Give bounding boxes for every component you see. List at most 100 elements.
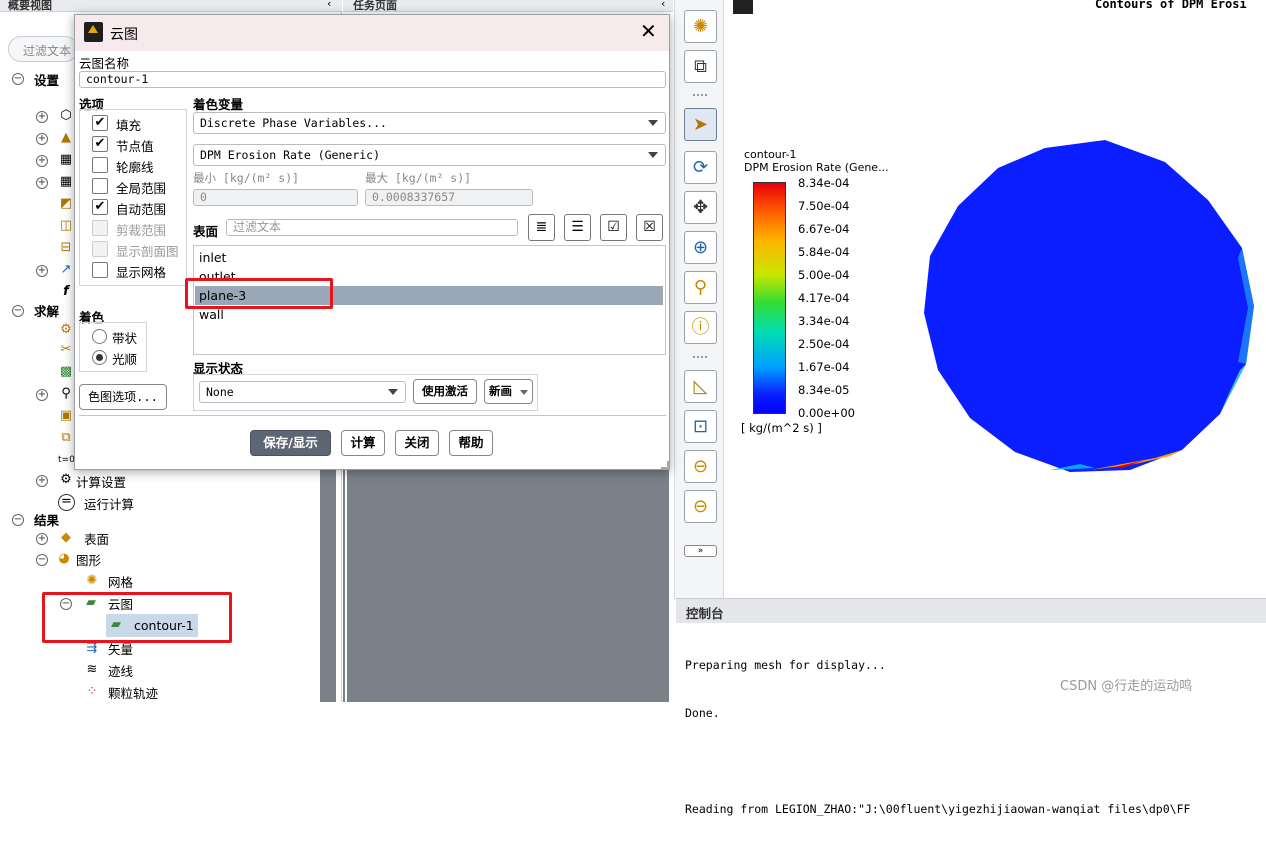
colormap-options-button[interactable]: 色图选项...: [79, 384, 167, 410]
clip-range-checkbox: [92, 220, 108, 236]
tree-item-pathlines[interactable]: 迹线: [108, 660, 133, 680]
collapse-left-icon[interactable]: ‹: [327, 0, 337, 10]
display-state-dropdown[interactable]: None: [199, 381, 406, 403]
legend-tick-label: 4.17e-04: [798, 291, 850, 305]
banded-label: 带状: [112, 331, 138, 346]
pathlines-icon: ≋: [86, 662, 98, 677]
task-page-title: 任务页面: [353, 0, 397, 12]
expand-icon[interactable]: +: [36, 111, 48, 123]
surface-item-inlet[interactable]: inlet: [195, 248, 663, 267]
global-range-checkbox[interactable]: [92, 178, 108, 194]
outline-view-header: 概要视图: [0, 0, 342, 12]
chevron-down-icon: [648, 152, 658, 158]
auto-range-label: 自动范围: [116, 202, 167, 217]
graphics-icon: ◕: [58, 551, 70, 566]
collapse-graphics-icon[interactable]: −: [36, 554, 48, 566]
legend-tick-label: 5.84e-04: [798, 245, 850, 259]
collapse-results-icon[interactable]: −: [12, 514, 24, 526]
legend-colorbar: [753, 182, 786, 414]
plane-3-surface: [924, 140, 1254, 472]
fit-view-icon[interactable]: ◺: [684, 370, 717, 403]
watermark: CSDN @行走的运动鸣: [1060, 679, 1193, 694]
expand-icon[interactable]: +: [36, 389, 48, 401]
expand-calc-settings-icon[interactable]: +: [36, 475, 48, 487]
pan-icon[interactable]: ✥: [684, 191, 717, 224]
monitors-icon: ▩: [59, 364, 73, 379]
console-panel[interactable]: 控制台 Preparing mesh for display... Done. …: [676, 598, 1266, 816]
expand-icon[interactable]: +: [36, 177, 48, 189]
dialog-title-bar[interactable]: 云图 ✕: [75, 15, 669, 51]
display-state-value: None: [206, 385, 234, 399]
help-button[interactable]: 帮助: [449, 430, 493, 456]
new-state-button[interactable]: 新画: [484, 379, 533, 404]
contour-plot[interactable]: [920, 138, 1260, 478]
deselect-all-surfaces-icon[interactable]: ☒: [636, 214, 663, 241]
console-line: Preparing mesh for display...: [685, 658, 886, 672]
surface-filter-icon[interactable]: ☰: [564, 214, 591, 241]
zoom-previous-icon[interactable]: ⊖: [684, 450, 717, 483]
node-values-checkbox[interactable]: ✔: [92, 136, 108, 152]
toolbar-more-icon[interactable]: »: [684, 545, 717, 557]
collapse-setup-icon[interactable]: −: [12, 73, 24, 85]
task-divider: [343, 470, 345, 702]
zones-icon: ▦: [59, 152, 73, 167]
surfaces-filter-input[interactable]: 过滤文本: [226, 219, 518, 236]
new-surface-icon[interactable]: ≣: [528, 214, 555, 241]
tree-item-run-calc[interactable]: 运行计算: [84, 493, 134, 513]
view-box-icon[interactable]: ⧉: [684, 50, 717, 83]
expand-surfaces-icon[interactable]: +: [36, 533, 48, 545]
zoom-icon[interactable]: ⚲: [684, 271, 717, 304]
activities-icon: ▣: [59, 408, 73, 423]
tree-section-solution[interactable]: 求解: [34, 300, 59, 320]
expand-icon[interactable]: +: [36, 133, 48, 145]
compute-button[interactable]: 计算: [341, 430, 385, 456]
new-state-label: 新画: [489, 384, 512, 398]
expand-icon[interactable]: +: [36, 265, 48, 277]
node-values-label: 节点值: [116, 139, 154, 154]
task-scroll-area[interactable]: [347, 470, 669, 702]
variable-category-value: Discrete Phase Variables...: [200, 116, 387, 130]
resize-grip-icon[interactable]: [661, 461, 669, 469]
pointer-icon[interactable]: ➤: [684, 108, 717, 141]
tree-item-mesh[interactable]: 网格: [108, 571, 133, 591]
tree-item-calc-settings[interactable]: 计算设置: [76, 471, 126, 491]
info-icon[interactable]: ⓘ: [684, 311, 717, 344]
contour-lines-checkbox[interactable]: [92, 157, 108, 173]
rotate-icon[interactable]: ⟳: [684, 151, 717, 184]
collapse-task-icon[interactable]: ‹: [661, 0, 665, 9]
min-value-field: 0: [193, 189, 358, 206]
select-all-surfaces-icon[interactable]: ☑: [600, 214, 627, 241]
zoom-box-icon[interactable]: ⊡: [684, 410, 717, 443]
tree-section-results[interactable]: 结果: [34, 509, 59, 529]
legend-tick-label: 0.00e+00: [798, 406, 855, 420]
mesh-display-icon[interactable]: ✺: [684, 10, 717, 43]
variable-field-value: DPM Erosion Rate (Generic): [200, 148, 381, 162]
smooth-radio[interactable]: [92, 350, 107, 365]
highlight-box-plane-3: [185, 278, 333, 309]
run-calc-icon: =: [58, 494, 75, 511]
banded-radio[interactable]: [92, 329, 107, 344]
materials-icon: ▲: [61, 130, 71, 145]
contour-name-field[interactable]: contour-1: [79, 71, 666, 88]
variable-category-dropdown[interactable]: Discrete Phase Variables...: [193, 112, 666, 134]
tree-item-surfaces[interactable]: 表面: [84, 528, 109, 548]
variable-field-dropdown[interactable]: DPM Erosion Rate (Generic): [193, 144, 666, 166]
close-button[interactable]: 关闭: [395, 430, 439, 456]
save-display-button[interactable]: 保存/显示: [250, 430, 331, 456]
close-icon[interactable]: ✕: [640, 21, 657, 41]
auto-range-checkbox[interactable]: ✔: [92, 199, 108, 215]
use-active-button[interactable]: 使用激活: [413, 379, 477, 404]
tree-item-particle-tracks[interactable]: 颗粒轨迹: [108, 682, 158, 702]
legend-tick-label: 8.34e-05: [798, 383, 850, 397]
zoom-in-icon[interactable]: ⊕: [684, 231, 717, 264]
draw-mesh-checkbox[interactable]: [92, 262, 108, 278]
legend-tick-label: 7.50e-04: [798, 199, 850, 213]
tree-item-graphics[interactable]: 图形: [76, 549, 101, 569]
function-icon: f: [63, 284, 69, 299]
tree-filter-input[interactable]: 过滤文本: [8, 36, 78, 62]
collapse-solution-icon[interactable]: −: [12, 305, 24, 317]
zoom-out-icon[interactable]: ⊖: [684, 490, 717, 523]
expand-icon[interactable]: +: [36, 155, 48, 167]
fill-checkbox[interactable]: ✔: [92, 115, 108, 131]
tree-section-setup[interactable]: 设置: [34, 69, 59, 89]
